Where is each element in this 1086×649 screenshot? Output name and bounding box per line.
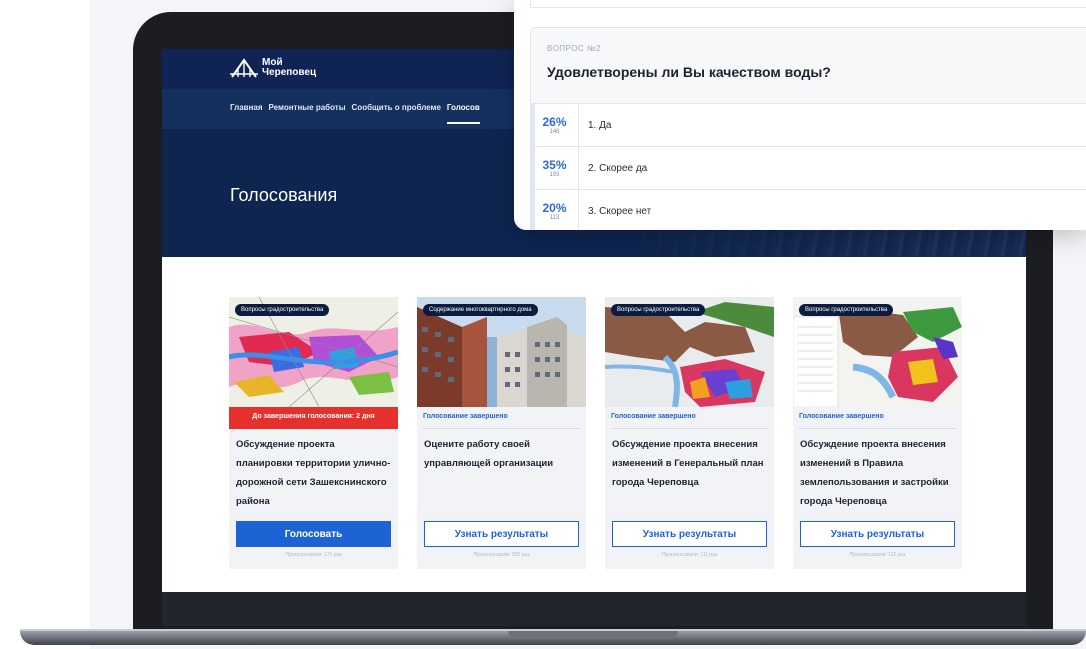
option-percent: 35% <box>542 157 567 172</box>
card-title[interactable]: Обсуждение проекта внесения изменений в … <box>605 429 774 515</box>
vote-card: Вопросы градостроительства Голосование з… <box>793 297 962 569</box>
status-banner-deadline: До завершения голосования: 2 дня <box>229 407 398 429</box>
option-stats: 26% 146 <box>531 104 579 146</box>
logo-text: Мой Череповец <box>262 58 316 78</box>
option-label: 3. Скорее нет <box>588 205 652 217</box>
option-percent: 26% <box>542 114 567 129</box>
nav-item-votes[interactable]: Голосов <box>446 103 480 124</box>
card-title[interactable]: Оцените работу своей управляющей организ… <box>417 429 586 515</box>
site-logo[interactable]: Мой Череповец <box>230 57 316 79</box>
vote-card: Вопросы градостроительства Голосование з… <box>605 297 774 569</box>
poll-option[interactable]: 26% 146 1. Да <box>531 103 1086 146</box>
laptop-bezel <box>162 592 1026 626</box>
card-image-map: Вопросы градостроительства <box>229 297 398 407</box>
category-tag: Вопросы градостроительства <box>611 304 706 316</box>
option-count: 193 <box>549 171 560 178</box>
poll-popup: ВОПРОС №2 Удовлетворены ли Вы качеством … <box>514 0 1086 230</box>
option-count: 113 <box>549 214 560 221</box>
results-button[interactable]: Узнать результаты <box>612 521 767 547</box>
option-label: 1. Да <box>588 119 612 131</box>
category-tag: Содержание многоквартирного дома <box>423 304 538 316</box>
status-finished: Голосование завершено <box>611 407 768 429</box>
percent-bar <box>531 190 535 230</box>
percent-bar <box>531 147 535 189</box>
previous-question-card <box>530 0 1086 8</box>
status-finished: Голосование завершено <box>423 407 580 429</box>
card-image-map: Вопросы градостроительства <box>605 297 774 407</box>
results-button[interactable]: Узнать результаты <box>424 521 579 547</box>
question-text: Удовлетворены ли Вы качеством воды? <box>547 64 831 80</box>
bridge-logo-icon <box>230 58 258 78</box>
option-stats: 35% 193 <box>531 147 579 189</box>
main-nav: Главная Ремонтные работы Сообщить о проб… <box>230 103 480 124</box>
question-card: ВОПРОС №2 Удовлетворены ли Вы качеством … <box>530 27 1086 230</box>
category-tag: Вопросы градостроительства <box>235 304 330 316</box>
option-label: 2. Скорее да <box>588 162 648 174</box>
vote-card: Вопросы градостроительства До завершения… <box>229 297 398 569</box>
vote-card: Содержание многоквартирного дома Голосов… <box>417 297 586 569</box>
option-percent: 20% <box>542 200 567 215</box>
percent-bar <box>531 104 535 146</box>
poll-option[interactable]: 35% 193 2. Скорее да <box>531 146 1086 189</box>
category-tag: Вопросы градостроительства <box>799 304 894 316</box>
votes-count: Проголосовали: 112 раз <box>849 552 906 558</box>
poll-option[interactable]: 20% 113 3. Скорее нет <box>531 189 1086 230</box>
vote-button[interactable]: Голосовать <box>236 521 391 547</box>
votes-count: Проголосовали: 111 раз <box>661 552 718 558</box>
option-stats: 20% 113 <box>531 190 579 230</box>
nav-item-report-problem[interactable]: Сообщить о проблеме <box>352 103 441 124</box>
status-finished: Голосование завершено <box>799 407 956 429</box>
card-image-map: Вопросы градостроительства <box>793 297 962 407</box>
option-count: 146 <box>549 128 560 135</box>
logo-line-2: Череповец <box>262 67 317 78</box>
nav-item-repairs[interactable]: Ремонтные работы <box>269 103 346 124</box>
nav-item-home[interactable]: Главная <box>230 103 263 124</box>
votes-count: Проголосовали: 171 раз <box>285 552 342 558</box>
card-title[interactable]: Обсуждение проекта планировки территории… <box>229 429 398 515</box>
page-title: Голосования <box>230 185 338 205</box>
vote-cards: Вопросы градостроительства До завершения… <box>229 297 962 569</box>
results-button[interactable]: Узнать результаты <box>800 521 955 547</box>
laptop-notch <box>508 631 678 637</box>
question-number: ВОПРОС №2 <box>547 44 601 53</box>
votes-count: Проголосовали: 555 раз <box>473 552 530 558</box>
card-image-buildings: Содержание многоквартирного дома <box>417 297 586 407</box>
card-title[interactable]: Обсуждение проекта внесения изменений в … <box>793 429 962 515</box>
